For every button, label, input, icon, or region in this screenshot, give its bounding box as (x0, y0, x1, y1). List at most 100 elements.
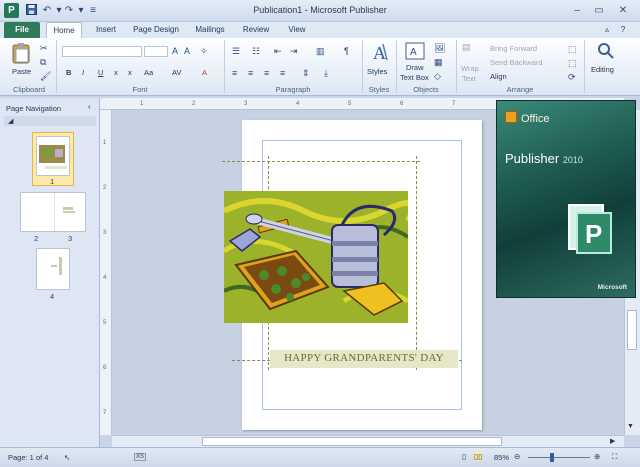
paragraph-spacing-icon[interactable]: ⤓ (324, 68, 328, 78)
align-center-icon[interactable]: ≡ (248, 68, 253, 78)
find-icon[interactable] (596, 42, 616, 62)
styles-button[interactable]: Styles (367, 67, 387, 76)
page-navigation-pane: Page Navigation ‹ ◢ 1 2 3 4 (0, 98, 100, 448)
minimize-ribbon-icon[interactable]: ▵ (600, 22, 614, 38)
close-icon[interactable]: ✕ (614, 4, 632, 18)
font-color-button[interactable]: A (202, 68, 207, 77)
group-objects-label: Objects (413, 85, 439, 94)
insert-shape-icon[interactable]: ◇ (434, 71, 441, 81)
tab-mailings[interactable]: Mailings (190, 22, 230, 38)
copy-icon[interactable]: ⧉ (40, 57, 46, 67)
thumbnail-page-1[interactable] (36, 136, 70, 176)
numbering-icon[interactable]: ☷ (252, 46, 260, 56)
single-page-view-icon[interactable]: ▯ (462, 452, 466, 461)
italic-button[interactable]: I (82, 68, 84, 77)
office-logo-icon (505, 111, 517, 123)
tab-view[interactable]: View (282, 22, 312, 38)
wrap-text-label-2[interactable]: Text (462, 74, 476, 83)
insert-picture-icon[interactable]: 🖼 (434, 43, 445, 53)
send-backward-button[interactable]: Send Backward (490, 58, 543, 67)
line-spacing-icon[interactable]: ⇕ (302, 68, 310, 78)
decrease-indent-icon[interactable]: ⇤ (274, 46, 282, 56)
tab-page-design[interactable]: Page Design (128, 22, 184, 38)
superscript-button[interactable]: x (128, 68, 132, 77)
svg-text:P: P (585, 219, 602, 249)
thumbnail-page-4[interactable] (36, 248, 70, 290)
collapse-pane-icon[interactable]: ‹ (88, 102, 91, 111)
format-painter-icon[interactable]: 🖌 (40, 71, 51, 81)
maximize-icon[interactable]: ▭ (590, 4, 608, 18)
styles-icon[interactable]: A (370, 42, 390, 64)
group-objects-icon[interactable]: ⬚ (568, 44, 577, 54)
horizontal-scroll-thumb[interactable] (202, 437, 502, 446)
document-page[interactable]: HAPPY GRANDPARENTS' DAY (222, 120, 482, 430)
shrink-font-icon[interactable]: A (184, 46, 190, 56)
clear-formatting-icon[interactable]: ✧ (200, 46, 208, 56)
minimize-icon[interactable]: – (568, 4, 586, 18)
group-paragraph-label: Paragraph (275, 85, 311, 94)
layout-guide (416, 156, 417, 370)
paste-icon[interactable] (10, 42, 32, 66)
scroll-down-icon[interactable]: ▼ (627, 423, 634, 430)
ruler-mark: 6 (103, 365, 107, 371)
two-page-view-icon[interactable]: ▯▯ (474, 452, 483, 461)
zoom-out-icon[interactable]: ⊖ (514, 452, 520, 461)
font-size-dropdown[interactable] (144, 46, 168, 57)
bullets-icon[interactable]: ☰ (232, 46, 240, 56)
align-right-icon[interactable]: ≡ (264, 68, 269, 78)
wrap-text-label-1[interactable]: Wrap (461, 64, 479, 73)
watering-can-clipart[interactable] (222, 191, 416, 323)
paste-label[interactable]: Paste (12, 67, 31, 76)
horizontal-scrollbar[interactable]: ▶ (112, 435, 624, 447)
zoom-slider[interactable] (528, 457, 590, 458)
vertical-scroll-thumb[interactable] (627, 310, 637, 350)
increase-indent-icon[interactable]: ⇥ (290, 46, 298, 56)
ungroup-icon[interactable]: ⬚ (568, 58, 577, 68)
vertical-ruler[interactable]: 1 2 3 4 5 6 7 (100, 110, 112, 435)
tab-home[interactable]: Home (46, 22, 82, 38)
scroll-right-icon[interactable]: ▶ (610, 437, 615, 445)
ruler-mark: 3 (244, 101, 248, 107)
page-number-1: 1 (50, 177, 55, 186)
ribbon-tabs: File Home Insert Page Design Mailings Re… (0, 22, 640, 38)
font-name-dropdown[interactable] (62, 46, 142, 57)
ruler-mark: 4 (296, 101, 300, 107)
insert-table-icon[interactable]: ▦ (434, 57, 443, 67)
draw-text-box-label-2[interactable]: Text Box (400, 73, 429, 82)
rotate-icon[interactable]: ⟳ (568, 72, 576, 82)
columns-icon[interactable]: ▥ (316, 46, 325, 56)
zoom-level[interactable]: 85% (494, 453, 509, 462)
expand-icon[interactable]: ◢ (8, 117, 13, 125)
cut-icon[interactable]: ✂ (40, 43, 48, 53)
splash-product-name: Publisher 2010 (505, 151, 583, 166)
zoom-slider-thumb[interactable] (550, 453, 554, 462)
page-indicator[interactable]: Page: 1 of 4 (8, 453, 48, 462)
wrap-text-icon[interactable]: ▤ (462, 42, 471, 52)
tab-review[interactable]: Review (238, 22, 274, 38)
thumbnail-pages-2-3[interactable] (20, 192, 86, 232)
bold-button[interactable]: B (66, 68, 71, 77)
character-spacing-button[interactable]: AV (172, 68, 181, 77)
align-button[interactable]: Align (490, 72, 507, 81)
page-navigation-title: Page Navigation (6, 104, 62, 113)
bring-forward-button[interactable]: Bring Forward (490, 44, 537, 53)
editing-button[interactable]: Editing (591, 65, 614, 74)
draw-text-box-label-1[interactable]: Draw (406, 63, 424, 72)
grow-font-icon[interactable]: A (172, 46, 178, 56)
change-case-button[interactable]: Aa (144, 68, 153, 77)
fit-page-icon[interactable]: ⛶ (612, 452, 617, 462)
group-arrange-label: Arrange (506, 85, 534, 94)
banner-text[interactable]: HAPPY GRANDPARENTS' DAY (270, 352, 458, 366)
help-icon[interactable]: ? (616, 22, 630, 38)
ruler-mark: 3 (103, 230, 107, 236)
subscript-button[interactable]: x (114, 68, 118, 77)
show-formatting-button[interactable]: ¶ (344, 46, 349, 56)
window-title: Publication1 - Microsoft Publisher (253, 5, 387, 15)
align-left-icon[interactable]: ≡ (232, 68, 237, 78)
justify-icon[interactable]: ≡ (280, 68, 285, 78)
tab-insert[interactable]: Insert (88, 22, 124, 38)
tab-file[interactable]: File (4, 22, 40, 38)
underline-button[interactable]: U (98, 68, 103, 77)
draw-text-box-icon[interactable]: A (404, 42, 426, 62)
zoom-in-icon[interactable]: ⊕ (594, 452, 600, 461)
